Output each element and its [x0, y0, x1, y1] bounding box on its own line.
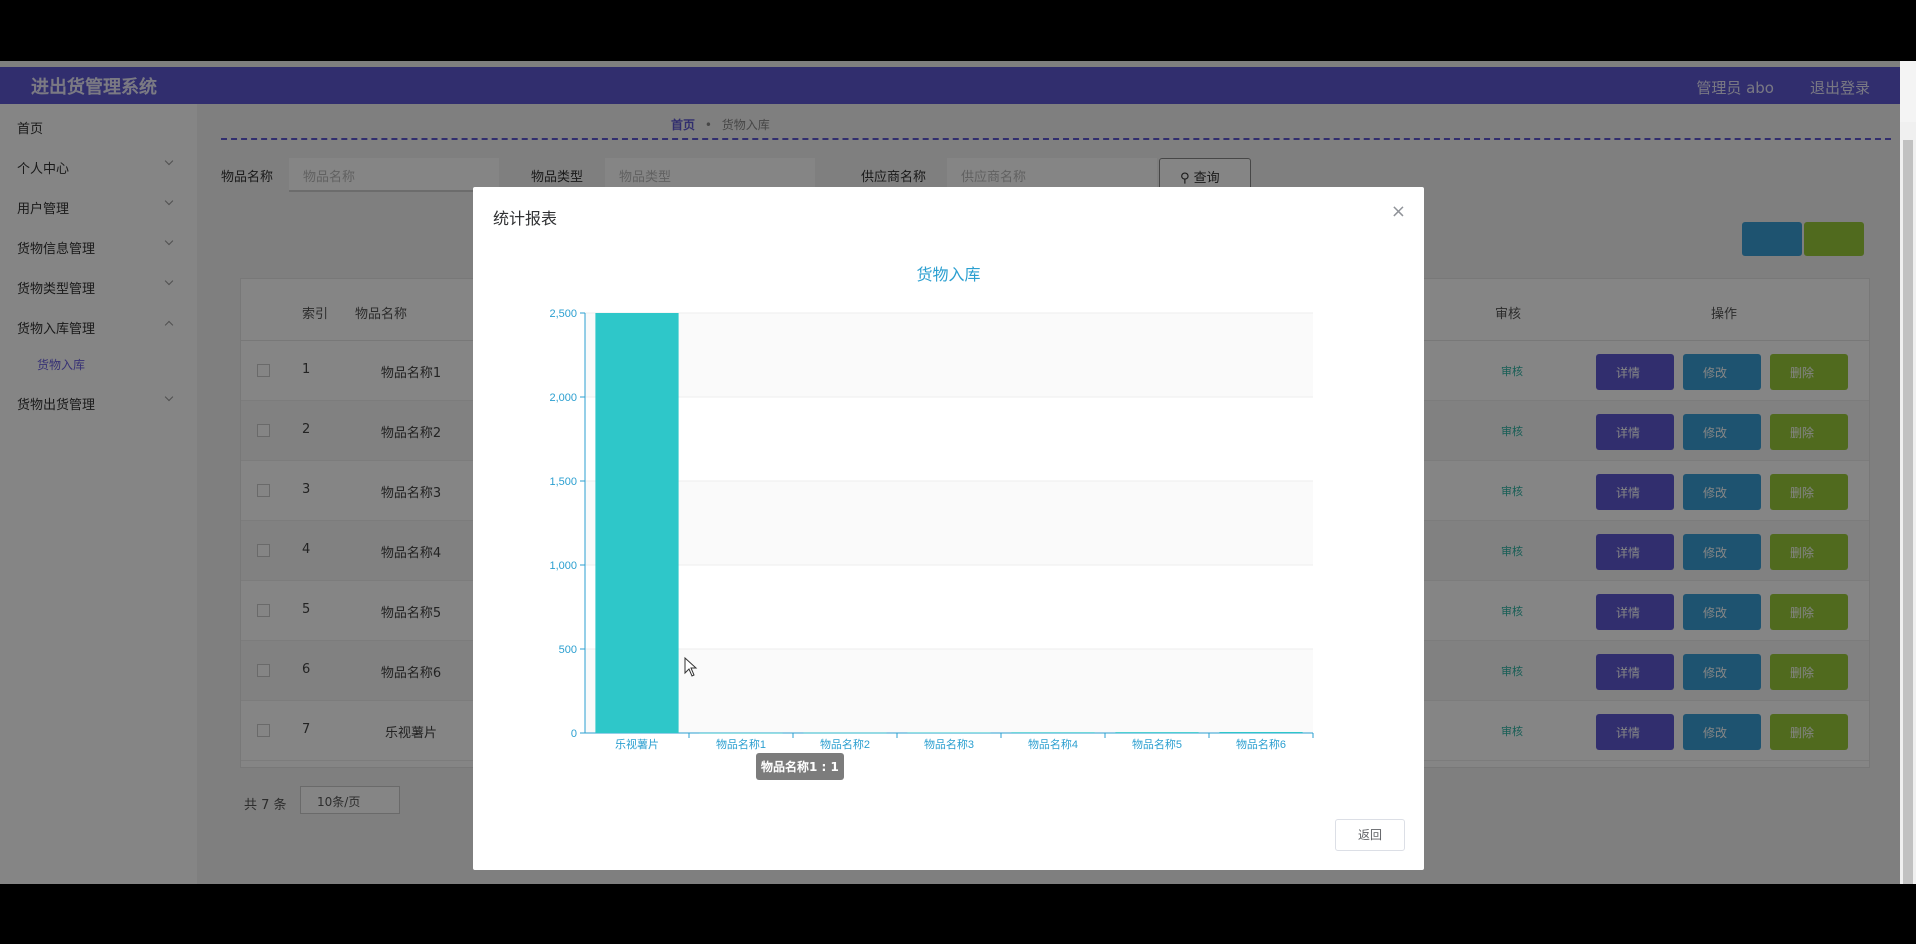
chart-bar: [595, 313, 679, 733]
chart-bar: [1115, 732, 1199, 733]
x-tick-label: 物品名称2: [820, 737, 870, 751]
grid-band: [585, 313, 1313, 397]
grid-band: [585, 481, 1313, 565]
bar-chart: 0 500 1,000 1,500 2,000 2,500 乐视薯片 物品名称1 物品名称2 物品…: [549, 308, 1314, 751]
x-tick-label: 物品名称4: [1028, 737, 1078, 751]
chart-tooltip: 物品名称1 : 1: [756, 753, 844, 780]
statistics-dialog: 统计报表 × 货物入库 0 500 1,000 1,500 2,000 2,500 乐视薯片…: [473, 187, 1424, 870]
x-tick-label: 乐视薯片: [615, 737, 659, 751]
y-tick-label: 1,000: [549, 560, 577, 572]
y-tick-label: 2,000: [549, 392, 577, 404]
chart-bar: [907, 732, 991, 734]
y-tick-label: 500: [559, 644, 577, 656]
x-tick-label: 物品名称6: [1236, 737, 1286, 751]
chart-bar: [1219, 731, 1303, 733]
chart-bar: [699, 732, 783, 734]
chart-bar: [1011, 732, 1095, 733]
x-tick-label: 物品名称5: [1132, 737, 1182, 751]
y-tick-label: 1,500: [549, 476, 577, 488]
mouse-cursor-icon: [684, 656, 698, 677]
chart-bar: [803, 732, 887, 734]
x-tick-label: 物品名称3: [924, 737, 974, 751]
return-button[interactable]: 返回: [1335, 819, 1405, 851]
x-tick-label: 物品名称1: [716, 737, 766, 751]
y-tick-label: 2,500: [549, 308, 577, 320]
y-tick-label: 0: [571, 728, 577, 740]
